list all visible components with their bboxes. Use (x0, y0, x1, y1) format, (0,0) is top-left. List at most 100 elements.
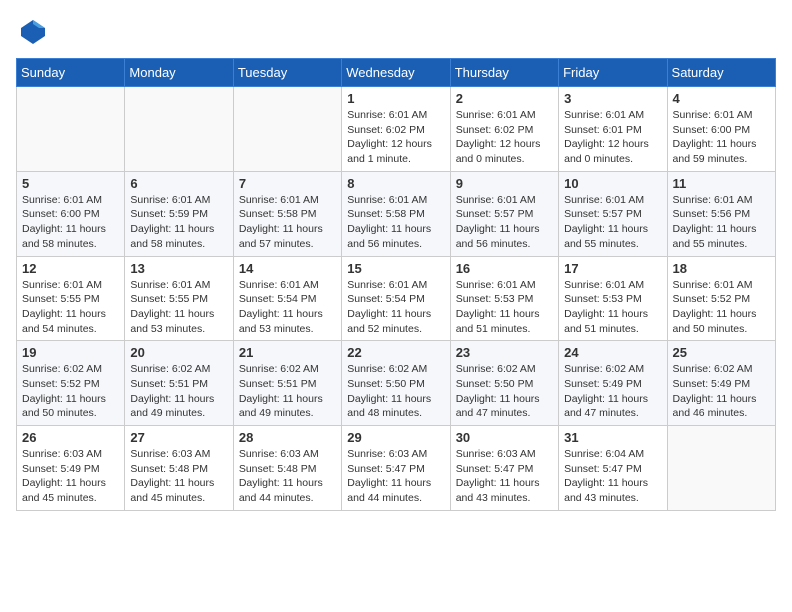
day-number: 12 (22, 261, 119, 276)
day-info: Sunrise: 6:01 AM Sunset: 5:53 PM Dayligh… (456, 278, 553, 337)
day-number: 14 (239, 261, 336, 276)
day-info: Sunrise: 6:03 AM Sunset: 5:47 PM Dayligh… (456, 447, 553, 506)
day-number: 26 (22, 430, 119, 445)
day-number: 15 (347, 261, 444, 276)
day-number: 25 (673, 345, 770, 360)
day-number: 8 (347, 176, 444, 191)
calendar-week-row: 5 Sunrise: 6:01 AM Sunset: 6:00 PM Daylig… (17, 171, 776, 256)
day-number: 13 (130, 261, 227, 276)
calendar-cell: 13 Sunrise: 6:01 AM Sunset: 5:55 PM Dayli… (125, 256, 233, 341)
day-number: 27 (130, 430, 227, 445)
day-number: 10 (564, 176, 661, 191)
day-info: Sunrise: 6:02 AM Sunset: 5:52 PM Dayligh… (22, 362, 119, 421)
day-info: Sunrise: 6:01 AM Sunset: 6:02 PM Dayligh… (456, 108, 553, 167)
calendar-cell: 5 Sunrise: 6:01 AM Sunset: 6:00 PM Daylig… (17, 171, 125, 256)
weekday-header-saturday: Saturday (667, 59, 775, 87)
day-info: Sunrise: 6:01 AM Sunset: 5:54 PM Dayligh… (239, 278, 336, 337)
calendar-cell: 22 Sunrise: 6:02 AM Sunset: 5:50 PM Dayli… (342, 341, 450, 426)
calendar-cell: 1 Sunrise: 6:01 AM Sunset: 6:02 PM Daylig… (342, 87, 450, 172)
day-number: 30 (456, 430, 553, 445)
weekday-header-sunday: Sunday (17, 59, 125, 87)
calendar-cell (125, 87, 233, 172)
day-number: 1 (347, 91, 444, 106)
weekday-header-row: SundayMondayTuesdayWednesdayThursdayFrid… (17, 59, 776, 87)
calendar-table: SundayMondayTuesdayWednesdayThursdayFrid… (16, 58, 776, 511)
calendar-cell: 28Sunrise: 6:03 AM Sunset: 5:48 PM Dayli… (233, 426, 341, 511)
day-info: Sunrise: 6:02 AM Sunset: 5:50 PM Dayligh… (347, 362, 444, 421)
day-number: 20 (130, 345, 227, 360)
calendar-cell: 17Sunrise: 6:01 AM Sunset: 5:53 PM Dayli… (559, 256, 667, 341)
day-info: Sunrise: 6:01 AM Sunset: 5:59 PM Dayligh… (130, 193, 227, 252)
day-number: 22 (347, 345, 444, 360)
calendar-cell: 8 Sunrise: 6:01 AM Sunset: 5:58 PM Daylig… (342, 171, 450, 256)
day-number: 5 (22, 176, 119, 191)
day-info: Sunrise: 6:01 AM Sunset: 6:00 PM Dayligh… (22, 193, 119, 252)
day-info: Sunrise: 6:01 AM Sunset: 6:00 PM Dayligh… (673, 108, 770, 167)
day-info: Sunrise: 6:01 AM Sunset: 6:02 PM Dayligh… (347, 108, 444, 167)
weekday-header-friday: Friday (559, 59, 667, 87)
weekday-header-thursday: Thursday (450, 59, 558, 87)
day-number: 19 (22, 345, 119, 360)
day-number: 2 (456, 91, 553, 106)
day-number: 6 (130, 176, 227, 191)
day-info: Sunrise: 6:01 AM Sunset: 5:54 PM Dayligh… (347, 278, 444, 337)
day-info: Sunrise: 6:01 AM Sunset: 5:57 PM Dayligh… (564, 193, 661, 252)
calendar-cell: 9 Sunrise: 6:01 AM Sunset: 5:57 PM Daylig… (450, 171, 558, 256)
day-info: Sunrise: 6:02 AM Sunset: 5:51 PM Dayligh… (239, 362, 336, 421)
calendar-cell: 24Sunrise: 6:02 AM Sunset: 5:49 PM Dayli… (559, 341, 667, 426)
calendar-cell: 25 Sunrise: 6:02 AM Sunset: 5:49 PM Dayli… (667, 341, 775, 426)
calendar-cell: 30 Sunrise: 6:03 AM Sunset: 5:47 PM Dayli… (450, 426, 558, 511)
day-info: Sunrise: 6:03 AM Sunset: 5:48 PM Dayligh… (130, 447, 227, 506)
day-info: Sunrise: 6:01 AM Sunset: 5:58 PM Dayligh… (347, 193, 444, 252)
calendar-cell: 6 Sunrise: 6:01 AM Sunset: 5:59 PM Daylig… (125, 171, 233, 256)
calendar-cell: 11 Sunrise: 6:01 AM Sunset: 5:56 PM Dayli… (667, 171, 775, 256)
calendar-cell: 15 Sunrise: 6:01 AM Sunset: 5:54 PM Dayli… (342, 256, 450, 341)
calendar-cell: 19 Sunrise: 6:02 AM Sunset: 5:52 PM Dayli… (17, 341, 125, 426)
weekday-header-wednesday: Wednesday (342, 59, 450, 87)
day-number: 11 (673, 176, 770, 191)
calendar-cell (233, 87, 341, 172)
logo (16, 16, 49, 46)
calendar-cell: 23 Sunrise: 6:02 AM Sunset: 5:50 PM Dayli… (450, 341, 558, 426)
calendar-week-row: 26Sunrise: 6:03 AM Sunset: 5:49 PM Dayli… (17, 426, 776, 511)
day-number: 9 (456, 176, 553, 191)
calendar-cell: 7 Sunrise: 6:01 AM Sunset: 5:58 PM Daylig… (233, 171, 341, 256)
day-info: Sunrise: 6:04 AM Sunset: 5:47 PM Dayligh… (564, 447, 661, 506)
calendar-cell: 12 Sunrise: 6:01 AM Sunset: 5:55 PM Dayli… (17, 256, 125, 341)
calendar-week-row: 1 Sunrise: 6:01 AM Sunset: 6:02 PM Daylig… (17, 87, 776, 172)
calendar-cell: 21Sunrise: 6:02 AM Sunset: 5:51 PM Dayli… (233, 341, 341, 426)
day-info: Sunrise: 6:01 AM Sunset: 5:55 PM Dayligh… (22, 278, 119, 337)
day-info: Sunrise: 6:01 AM Sunset: 5:56 PM Dayligh… (673, 193, 770, 252)
day-number: 16 (456, 261, 553, 276)
calendar-cell: 3 Sunrise: 6:01 AM Sunset: 6:01 PM Daylig… (559, 87, 667, 172)
calendar-cell: 10 Sunrise: 6:01 AM Sunset: 5:57 PM Dayli… (559, 171, 667, 256)
calendar-week-row: 12 Sunrise: 6:01 AM Sunset: 5:55 PM Dayli… (17, 256, 776, 341)
day-number: 4 (673, 91, 770, 106)
day-info: Sunrise: 6:01 AM Sunset: 5:53 PM Dayligh… (564, 278, 661, 337)
day-info: Sunrise: 6:03 AM Sunset: 5:47 PM Dayligh… (347, 447, 444, 506)
day-info: Sunrise: 6:01 AM Sunset: 5:55 PM Dayligh… (130, 278, 227, 337)
calendar-cell: 14 Sunrise: 6:01 AM Sunset: 5:54 PM Dayli… (233, 256, 341, 341)
calendar-cell: 26Sunrise: 6:03 AM Sunset: 5:49 PM Dayli… (17, 426, 125, 511)
calendar-cell: 2 Sunrise: 6:01 AM Sunset: 6:02 PM Daylig… (450, 87, 558, 172)
day-info: Sunrise: 6:01 AM Sunset: 5:52 PM Dayligh… (673, 278, 770, 337)
day-info: Sunrise: 6:01 AM Sunset: 6:01 PM Dayligh… (564, 108, 661, 167)
calendar-cell: 27 Sunrise: 6:03 AM Sunset: 5:48 PM Dayli… (125, 426, 233, 511)
weekday-header-monday: Monday (125, 59, 233, 87)
day-number: 24 (564, 345, 661, 360)
day-info: Sunrise: 6:01 AM Sunset: 5:57 PM Dayligh… (456, 193, 553, 252)
day-number: 7 (239, 176, 336, 191)
day-info: Sunrise: 6:01 AM Sunset: 5:58 PM Dayligh… (239, 193, 336, 252)
day-number: 23 (456, 345, 553, 360)
day-number: 31 (564, 430, 661, 445)
calendar-cell: 29 Sunrise: 6:03 AM Sunset: 5:47 PM Dayli… (342, 426, 450, 511)
calendar-cell (17, 87, 125, 172)
day-number: 18 (673, 261, 770, 276)
day-info: Sunrise: 6:02 AM Sunset: 5:49 PM Dayligh… (673, 362, 770, 421)
day-info: Sunrise: 6:02 AM Sunset: 5:50 PM Dayligh… (456, 362, 553, 421)
calendar-cell: 18 Sunrise: 6:01 AM Sunset: 5:52 PM Dayli… (667, 256, 775, 341)
calendar-cell: 20Sunrise: 6:02 AM Sunset: 5:51 PM Dayli… (125, 341, 233, 426)
calendar-cell: 16 Sunrise: 6:01 AM Sunset: 5:53 PM Dayli… (450, 256, 558, 341)
day-number: 3 (564, 91, 661, 106)
day-number: 29 (347, 430, 444, 445)
